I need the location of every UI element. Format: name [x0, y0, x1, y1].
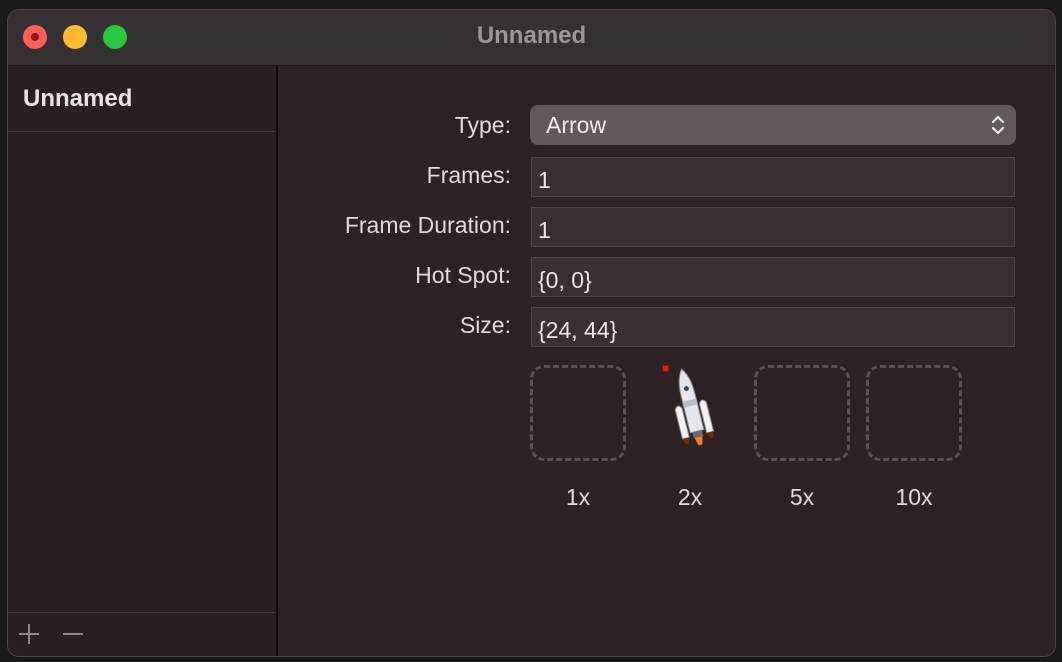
type-popup-value: Arrow — [546, 112, 607, 138]
image-well-1x-label: 1x — [565, 484, 591, 510]
titlebar: Unnamed — [8, 10, 1055, 66]
type-label: Type: — [454, 112, 511, 138]
minus-icon — [63, 633, 83, 635]
sidebar: Unnamed — [8, 66, 278, 656]
remove-button[interactable] — [60, 621, 86, 647]
hot-spot-value: {0, 0} — [538, 267, 592, 293]
image-well-5x[interactable] — [754, 365, 850, 461]
image-well-10x-label: 10x — [895, 484, 933, 510]
chevron-up-down-icon — [991, 115, 1005, 135]
inspector-panel: Type: Arrow Frames: 1 Frame Duration: 1 … — [280, 66, 1055, 656]
window-title: Unnamed — [476, 22, 587, 49]
frame-duration-value: 1 — [538, 217, 551, 243]
frames-label: Frames: — [426, 162, 511, 188]
hot-spot-label: Hot Spot: — [415, 262, 511, 288]
type-popup[interactable]: Arrow — [530, 105, 1016, 145]
sidebar-item-unnamed[interactable]: Unnamed — [8, 66, 276, 132]
cursor-editor-window: Unnamed Unnamed Type: Arrow Frames: 1 Fr… — [7, 9, 1056, 657]
size-value: {24, 44} — [538, 317, 618, 343]
sidebar-footer — [8, 612, 276, 656]
frame-duration-label: Frame Duration: — [344, 212, 511, 238]
image-well-1x[interactable] — [530, 365, 626, 461]
sidebar-item-label: Unnamed — [23, 85, 133, 112]
size-label: Size: — [459, 312, 511, 338]
image-well-10x[interactable] — [866, 365, 962, 461]
frames-value: 1 — [538, 167, 551, 193]
frame-duration-field[interactable]: 1 — [531, 207, 1015, 247]
plus-icon — [19, 624, 39, 644]
hot-spot-field[interactable]: {0, 0} — [531, 257, 1015, 297]
size-field[interactable]: {24, 44} — [531, 307, 1015, 347]
rocket-icon[interactable] — [664, 366, 718, 448]
add-button[interactable] — [16, 621, 42, 647]
frames-field[interactable]: 1 — [531, 157, 1015, 197]
image-well-5x-label: 5x — [789, 484, 815, 510]
image-well-2x-label: 2x — [677, 484, 703, 510]
